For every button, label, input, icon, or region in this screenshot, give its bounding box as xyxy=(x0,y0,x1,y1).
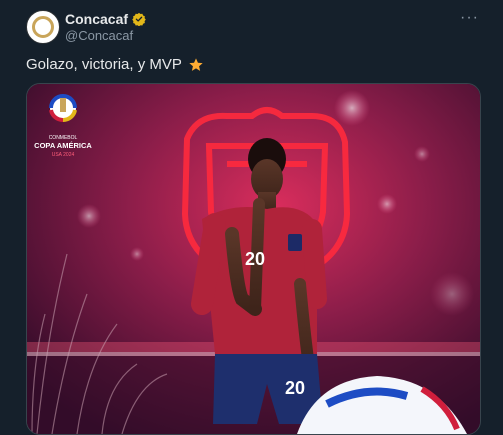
tweet-text-content: Golazo, victoria, y MVP xyxy=(26,56,182,73)
author-name-row: Concacaf xyxy=(65,11,146,27)
tweet-media-image[interactable]: 20 20 CONMEBOL COPA AMÉRICA USA 2024 xyxy=(26,83,481,435)
media-artwork: 20 20 CONMEBOL COPA AMÉRICA USA 2024 xyxy=(27,84,480,434)
jersey-number: 20 xyxy=(245,249,265,269)
shorts-number: 20 xyxy=(285,378,305,398)
display-name[interactable]: Concacaf xyxy=(65,11,128,27)
concacaf-logo-icon xyxy=(32,16,54,38)
star-icon xyxy=(189,57,203,71)
logo-title: COPA AMÉRICA xyxy=(34,141,92,150)
logo-subtitle: USA 2024 xyxy=(52,152,75,158)
verified-badge-icon xyxy=(132,12,146,26)
tweet-text: Golazo, victoria, y MVP xyxy=(26,56,204,73)
more-options-icon[interactable]: ··· xyxy=(460,9,479,27)
tweet[interactable]: Concacaf @Concacaf ··· Golazo, victoria,… xyxy=(0,0,503,435)
avatar[interactable] xyxy=(26,10,60,44)
handle[interactable]: @Concacaf xyxy=(65,28,133,43)
